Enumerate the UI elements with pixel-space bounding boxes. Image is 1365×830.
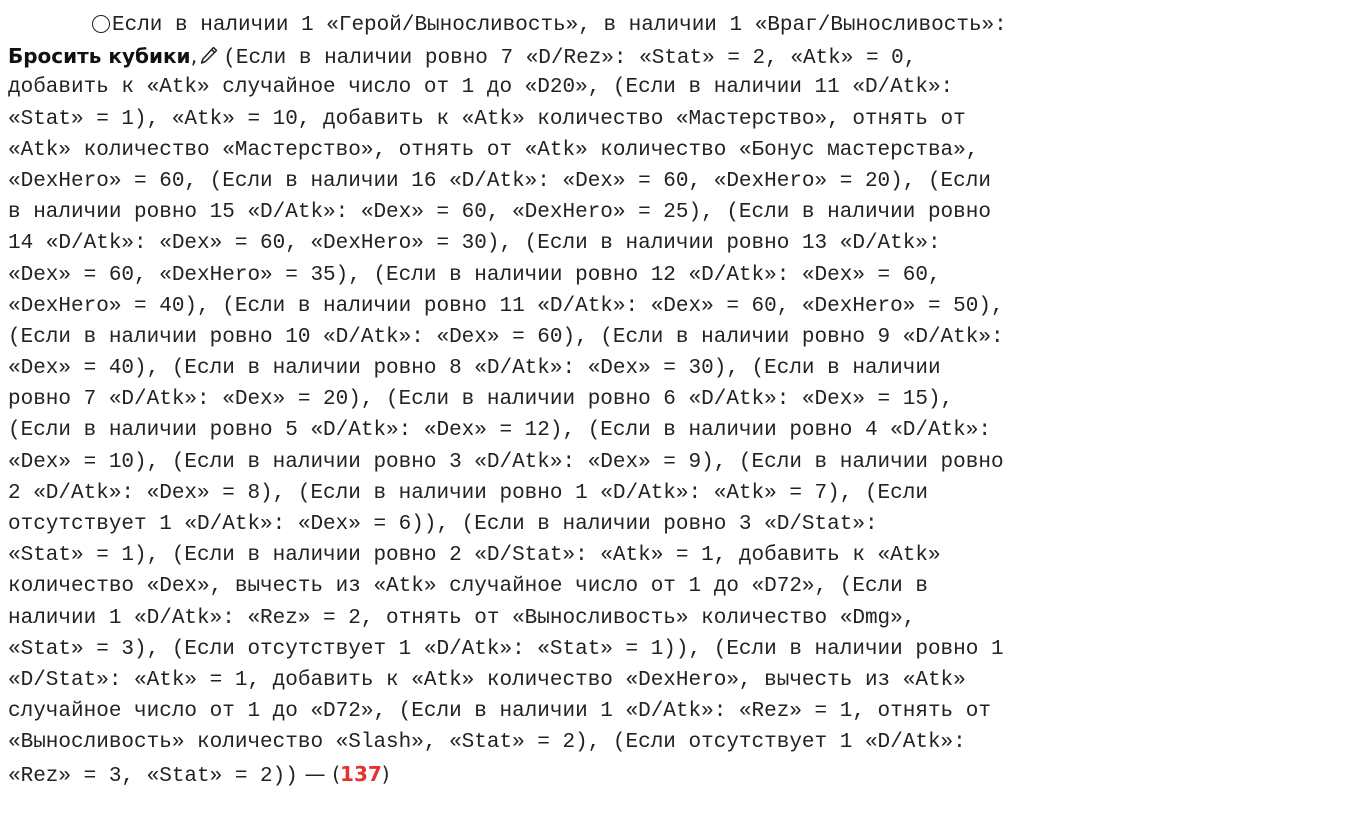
text-line-10: «DexHero» = 40), (Если в наличии ровно 1… xyxy=(8,291,1357,322)
line-text: «DexHero» = 40), (Если в наличии ровно 1… xyxy=(8,294,1004,318)
line-text: (Если в наличии ровно 7 «D/Rez»: «Stat» … xyxy=(223,47,917,71)
text-line-15: «Dex» = 10), (Если в наличии ровно 3 «D/… xyxy=(8,447,1357,478)
line-text: «D/Stat»: «Atk» = 1, добавить к «Atk» ко… xyxy=(8,668,966,692)
text-line-1: Если в наличии 1 «Герой/Выносливость», в… xyxy=(8,10,1357,41)
line-text: «Stat» = 1), (Если в наличии ровно 2 «D/… xyxy=(8,544,941,568)
ref-open-paren: ( xyxy=(332,761,341,786)
text-line-23: случайное число от 1 до «D72», (Если в н… xyxy=(8,696,1357,727)
line-text: «Выносливость» количество «Slash», «Stat… xyxy=(8,731,966,755)
line-text: случайное число от 1 до «D72», (Если в н… xyxy=(8,700,991,724)
script-paragraph: Если в наличии 1 «Герой/Выносливость», в… xyxy=(8,10,1357,790)
line-text: «Dex» = 10), (Если в наличии ровно 3 «D/… xyxy=(8,450,1004,474)
reference-number-link[interactable]: 137 xyxy=(340,762,382,786)
line-text: «Atk» количество «Мастерство», отнять от… xyxy=(8,138,979,162)
text-line-5: «Atk» количество «Мастерство», отнять от… xyxy=(8,135,1357,166)
line-text: «Stat» = 1), «Atk» = 10, добавить к «Atk… xyxy=(8,107,966,131)
document-page: Если в наличии 1 «Герой/Выносливость», в… xyxy=(0,0,1365,830)
line-text: «Rez» = 3, «Stat» = 2)) xyxy=(8,764,298,788)
action-comma: , xyxy=(190,44,198,69)
text-line-7: в наличии ровно 15 «D/Atk»: «Dex» = 60, … xyxy=(8,197,1357,228)
line-text: ровно 7 «D/Atk»: «Dex» = 20), (Если в на… xyxy=(8,388,954,412)
line-text: «Stat» = 3), (Если отсутствует 1 «D/Atk»… xyxy=(8,637,1004,661)
text-line-19: количество «Dex», вычесть из «Atk» случа… xyxy=(8,571,1357,602)
text-line-6: «DexHero» = 60, (Если в наличии 16 «D/At… xyxy=(8,166,1357,197)
text-line-12: «Dex» = 40), (Если в наличии ровно 8 «D/… xyxy=(8,353,1357,384)
text-line-8: 14 «D/Atk»: «Dex» = 60, «DexHero» = 30),… xyxy=(8,228,1357,259)
line-text: «Dex» = 60, «DexHero» = 35), (Если в нал… xyxy=(8,263,941,287)
text-line-9: «Dex» = 60, «DexHero» = 35), (Если в нал… xyxy=(8,260,1357,291)
text-line-11: (Если в наличии ровно 10 «D/Atk»: «Dex» … xyxy=(8,322,1357,353)
em-dash: — xyxy=(297,761,333,786)
text-line-20: наличии 1 «D/Atk»: «Rez» = 2, отнять от … xyxy=(8,603,1357,634)
line-text: количество «Dex», вычесть из «Atk» случа… xyxy=(8,575,928,599)
text-line-25: «Rez» = 3, «Stat» = 2)) — (137) xyxy=(8,759,1357,790)
line-text: (Если в наличии ровно 5 «D/Atk»: «Dex» =… xyxy=(8,419,991,443)
text-line-3: добавить к «Atk» случайное число от 1 до… xyxy=(8,72,1357,103)
line-text: 14 «D/Atk»: «Dex» = 60, «DexHero» = 30),… xyxy=(8,232,941,256)
roll-dice-action[interactable]: Бросить кубики xyxy=(8,44,191,68)
text-line-13: ровно 7 «D/Atk»: «Dex» = 20), (Если в на… xyxy=(8,384,1357,415)
line-text: 2 «D/Atk»: «Dex» = 8), (Если в наличии р… xyxy=(8,481,928,505)
text-line-18: «Stat» = 1), (Если в наличии ровно 2 «D/… xyxy=(8,540,1357,571)
text-line-17: отсутствует 1 «D/Atk»: «Dex» = 6)), (Есл… xyxy=(8,509,1357,540)
text-line-22: «D/Stat»: «Atk» = 1, добавить к «Atk» ко… xyxy=(8,665,1357,696)
text-line-21: «Stat» = 3), (Если отсутствует 1 «D/Atk»… xyxy=(8,634,1357,665)
line-text: отсутствует 1 «D/Atk»: «Dex» = 6)), (Есл… xyxy=(8,513,878,536)
line-text: в наличии ровно 15 «D/Atk»: «Dex» = 60, … xyxy=(8,201,991,225)
text-line-4: «Stat» = 1), «Atk» = 10, добавить к «Atk… xyxy=(8,104,1357,135)
line-text: «DexHero» = 60, (Если в наличии 16 «D/At… xyxy=(8,169,991,193)
text-line-16: 2 «D/Atk»: «Dex» = 8), (Если в наличии р… xyxy=(8,478,1357,509)
line-text: (Если в наличии ровно 10 «D/Atk»: «Dex» … xyxy=(8,325,1004,349)
text-line-14: (Если в наличии ровно 5 «D/Atk»: «Dex» =… xyxy=(8,415,1357,446)
circle-outline-icon[interactable] xyxy=(92,15,110,33)
line-text: наличии 1 «D/Atk»: «Rez» = 2, отнять от … xyxy=(8,606,916,630)
text-line-24: «Выносливость» количество «Slash», «Stat… xyxy=(8,727,1357,758)
line-text: добавить к «Atk» случайное число от 1 до… xyxy=(8,76,954,100)
ref-close-paren: ) xyxy=(381,761,390,786)
line-text: «Dex» = 40), (Если в наличии ровно 8 «D/… xyxy=(8,357,941,381)
line-text: Если в наличии 1 «Герой/Выносливость», в… xyxy=(112,14,1007,37)
text-line-2: Бросить кубики, (Если в наличии ровно 7 «… xyxy=(8,41,1357,72)
